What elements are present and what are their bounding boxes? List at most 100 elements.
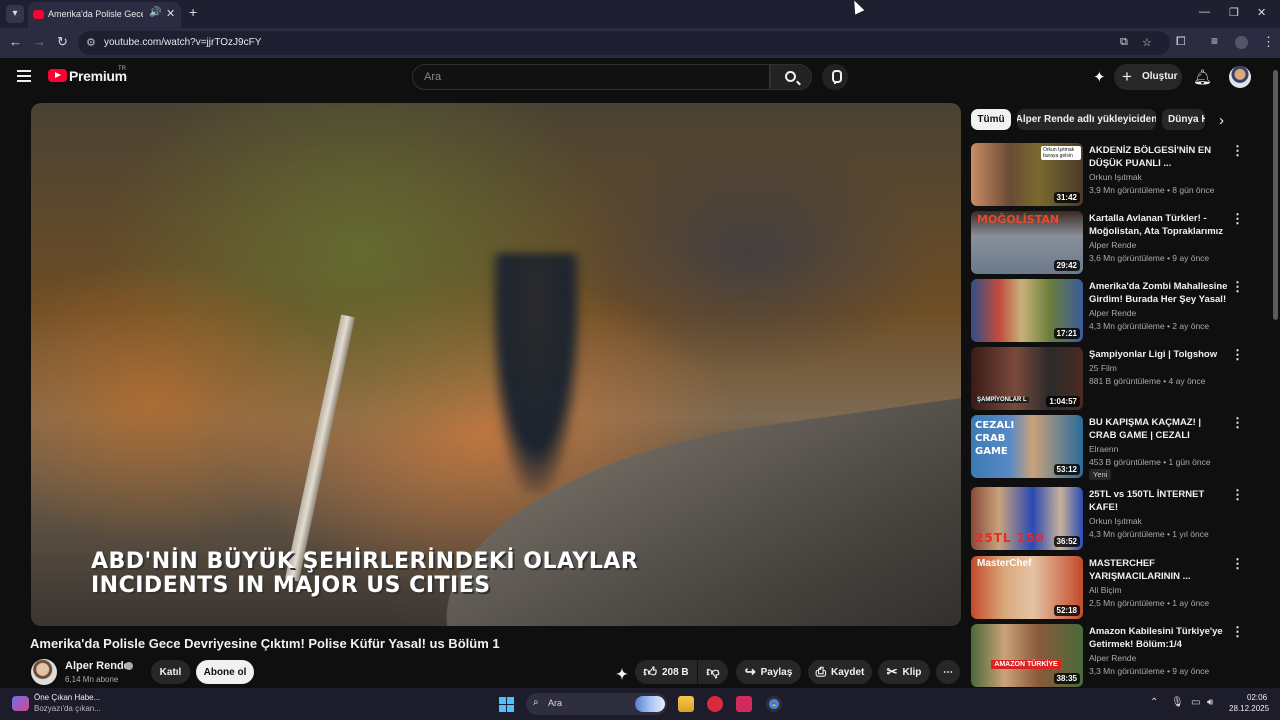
address-bar[interactable]: ⚙ youtube.com/watch?v=jjrTOzJ9cFY ⧉ ☆ [78, 31, 1170, 55]
video-thumbnail[interactable]: Orkun Işıtmak buraya gelsin 31:42 [971, 143, 1083, 206]
chip-world[interactable]: Dünya H [1162, 109, 1205, 130]
profile-avatar-icon[interactable] [1235, 36, 1248, 49]
news-headline[interactable]: Öne Çıkan Habe... [34, 693, 100, 702]
reload-icon[interactable]: ↻ [57, 34, 68, 50]
site-info-icon[interactable]: ⚙ [86, 36, 96, 49]
create-button[interactable]: + Oluştur [1114, 64, 1182, 90]
tab-search-button[interactable]: ▾ [6, 5, 24, 23]
clock-time[interactable]: 02:06 [1247, 693, 1267, 702]
sparkle-icon[interactable]: ✦ [611, 662, 633, 686]
video-thumbnail[interactable]: 25TL 150 36:52 [971, 487, 1083, 550]
bookmark-star-icon[interactable]: ☆ [1142, 36, 1152, 49]
dislike-button[interactable]: 👎︎ [698, 660, 728, 684]
list-item[interactable]: ŞAMPİYONLAR L 1:04:57 Şampiyonlar Ligi |… [971, 347, 1259, 411]
file-explorer-icon[interactable] [678, 696, 694, 712]
microphone-icon[interactable]: 🎙︎ [1171, 697, 1184, 708]
more-vertical-icon[interactable]: ⋮ [1231, 624, 1244, 640]
red-app-icon[interactable] [707, 696, 723, 712]
more-actions-button[interactable]: ⋯ [936, 660, 960, 684]
extensions-icon[interactable]: ⧠ [1176, 34, 1186, 49]
list-item[interactable]: 17:21 Amerika'da Zombi Mahallesine Girdi… [971, 279, 1259, 343]
rec-title[interactable]: MASTERCHEF YARIŞMACILARININ ... [1089, 557, 1229, 583]
video-thumbnail[interactable]: CEZALI CRAB GAME 53:12 [971, 415, 1083, 478]
subscribe-button[interactable]: Abone ol [196, 660, 254, 684]
account-avatar[interactable] [1229, 66, 1251, 88]
chip-all[interactable]: Tümü [971, 109, 1011, 130]
rec-title[interactable]: Şampiyonlar Ligi | Tolgshow [1089, 348, 1229, 361]
new-tab-button[interactable]: + [189, 4, 197, 20]
audio-playing-icon[interactable]: 🔊 [149, 7, 161, 18]
page-scrollbar[interactable] [1271, 58, 1280, 698]
rec-channel[interactable]: Orkun Işıtmak [1089, 516, 1142, 526]
voice-search-mic-icon[interactable] [822, 64, 848, 90]
browser-tab-active[interactable]: Amerika'da Polisle Gece Devriyesine Çıkt… [28, 2, 181, 28]
video-thumbnail[interactable]: MOĞOLİSTAN 29:42 [971, 211, 1083, 274]
hamburger-menu-icon[interactable] [17, 70, 31, 82]
clip-button[interactable]: ✂ Klip [878, 660, 930, 684]
rec-channel[interactable]: Alper Rende [1089, 653, 1136, 663]
like-button[interactable]: 👍︎ 208 B [635, 660, 697, 684]
video-thumbnail[interactable]: MasterChef 52:18 [971, 556, 1083, 619]
chrome-icon[interactable] [766, 696, 782, 712]
rec-channel[interactable]: Alper Rende [1089, 240, 1136, 250]
rec-channel[interactable]: 25 Film [1089, 363, 1117, 373]
forward-icon[interactable]: → [33, 34, 46, 49]
more-vertical-icon[interactable]: ⋮ [1231, 143, 1244, 159]
back-icon[interactable]: ← [9, 34, 22, 49]
rec-channel[interactable]: Elraenn [1089, 444, 1118, 454]
youtube-logo-icon[interactable] [48, 69, 67, 82]
more-vertical-icon[interactable]: ⋮ [1231, 487, 1244, 503]
save-button[interactable]: ⎙ Kaydet [808, 660, 872, 684]
more-vertical-icon[interactable]: ⋮ [1231, 556, 1244, 572]
channel-avatar[interactable] [31, 659, 57, 685]
rec-title[interactable]: Amazon Kabilesini Türkiye'ye Getirmek! B… [1089, 625, 1229, 651]
rec-channel[interactable]: Orkun Işıtmak [1089, 172, 1142, 182]
video-player[interactable]: ABD'NİN BÜYÜK ŞEHİRLERİNDEKİ OLAYLAR INC… [31, 103, 961, 626]
rec-channel[interactable]: Ali Biçim [1089, 585, 1122, 595]
volume-icon[interactable]: 🔊︎ [1207, 697, 1213, 708]
rec-title[interactable]: 25TL vs 150TL İNTERNET KAFE! [1089, 488, 1229, 514]
rec-title[interactable]: BU KAPIŞMA KAÇMAZ! | CRAB GAME | CEZALI [1089, 416, 1229, 442]
list-item[interactable]: MOĞOLİSTAN 29:42 Kartalla Avlanan Türkle… [971, 211, 1259, 275]
monitor-icon[interactable]: ▭ [1191, 697, 1200, 708]
channel-name[interactable]: Alper Rende [65, 660, 130, 672]
list-item[interactable]: MasterChef 52:18 MASTERCHEF YARIŞMACILAR… [971, 556, 1259, 620]
video-thumbnail[interactable]: AMAZON TÜRKİYE 38:35 [971, 624, 1083, 687]
more-vertical-icon[interactable]: ⋮ [1231, 279, 1244, 295]
chevron-right-icon[interactable]: › [1219, 112, 1224, 129]
more-vertical-icon[interactable]: ⋮ [1231, 415, 1244, 431]
list-item[interactable]: 25TL 150 36:52 25TL vs 150TL İNTERNET KA… [971, 487, 1259, 551]
rec-title[interactable]: AKDENİZ BÖLGESİ'NİN EN DÜŞÜK PUANLI ... [1089, 144, 1229, 170]
cast-icon[interactable]: ⧉ [1120, 36, 1128, 49]
taskbar-search[interactable]: ⌕ Ara [526, 693, 667, 715]
video-thumbnail[interactable]: ŞAMPİYONLAR L 1:04:57 [971, 347, 1083, 410]
join-button[interactable]: Katıl [151, 660, 190, 684]
clock-date[interactable]: 28.12.2025 [1229, 704, 1269, 713]
share-button[interactable]: ↪ Paylaş [736, 660, 801, 684]
news-widget-icon[interactable] [12, 696, 29, 711]
close-window-button[interactable]: ✕ [1257, 6, 1266, 19]
rec-channel[interactable]: Alper Rende [1089, 308, 1136, 318]
scrollbar-thumb[interactable] [1273, 70, 1278, 320]
maximize-button[interactable]: ❐ [1229, 6, 1239, 19]
more-vertical-icon[interactable]: ⋮ [1231, 347, 1244, 363]
notifications-bell-icon[interactable]: 🔔︎ [1193, 68, 1212, 86]
list-item[interactable]: CEZALI CRAB GAME 53:12 BU KAPIŞMA KAÇMAZ… [971, 415, 1259, 480]
search-input[interactable]: Ara [412, 64, 770, 90]
list-item[interactable]: AMAZON TÜRKİYE 38:35 Amazon Kabilesini T… [971, 624, 1259, 688]
media-app-icon[interactable] [736, 696, 752, 712]
premium-gift-icon[interactable]: ✦ [1093, 68, 1106, 86]
tab-close-icon[interactable]: ✕ [166, 7, 175, 20]
tray-expand-icon[interactable]: ⌃ [1150, 697, 1158, 708]
rec-title[interactable]: Amerika'da Zombi Mahallesine Girdim! Bur… [1089, 280, 1229, 307]
browser-menu-icon[interactable]: ⋮ [1262, 34, 1275, 50]
video-thumbnail[interactable]: 17:21 [971, 279, 1083, 342]
media-control-icon[interactable]: ≡ [1211, 34, 1218, 48]
search-button[interactable] [770, 64, 812, 90]
chip-from-uploader[interactable]: Alper Rende adlı yükleyiciden [1017, 109, 1156, 130]
more-vertical-icon[interactable]: ⋮ [1231, 211, 1244, 227]
windows-start-icon[interactable] [499, 697, 514, 712]
rec-title[interactable]: Kartalla Avlanan Türkler! - Moğolistan, … [1089, 212, 1229, 238]
minimize-button[interactable]: — [1199, 6, 1210, 18]
list-item[interactable]: Orkun Işıtmak buraya gelsin 31:42 AKDENİ… [971, 143, 1259, 207]
